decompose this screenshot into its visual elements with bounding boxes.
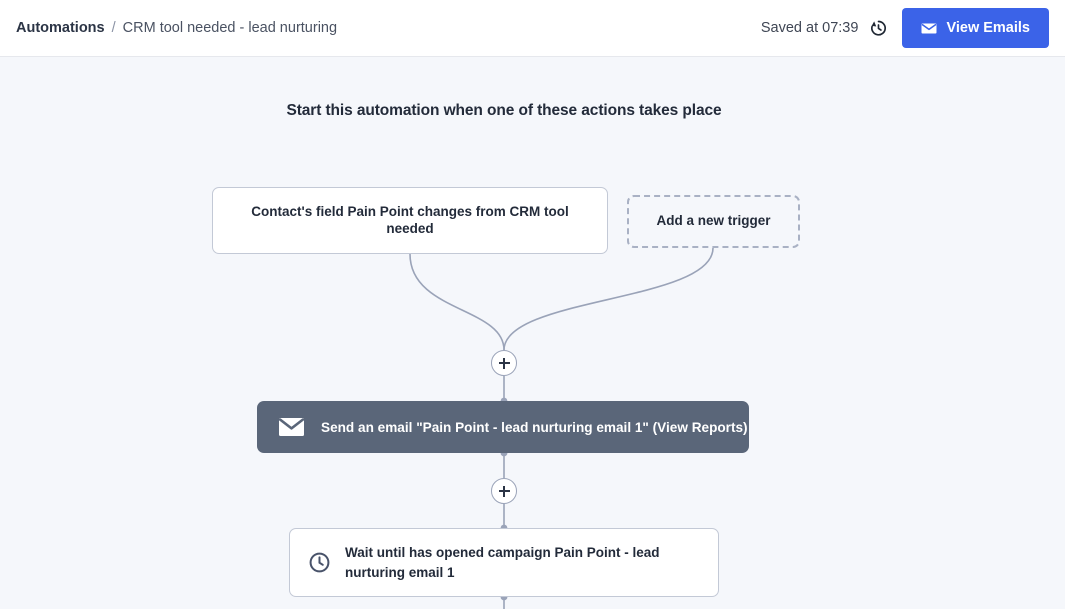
flow-connectors (0, 57, 1065, 609)
envelope-icon (279, 418, 304, 436)
automation-flow-canvas[interactable]: Start this automation when one of these … (0, 57, 1065, 609)
email-action-label: Send an email "Pain Point - lead nurturi… (321, 420, 748, 435)
clock-icon (308, 551, 331, 574)
wait-condition-node[interactable]: Wait until has opened campaign Pain Poin… (289, 528, 719, 597)
breadcrumb: Automations / CRM tool needed - lead nur… (16, 20, 337, 36)
add-new-trigger-label: Add a new trigger (656, 213, 770, 230)
saved-status-group: Saved at 07:39 (761, 18, 889, 38)
breadcrumb-separator: / (112, 20, 116, 36)
add-step-button-1[interactable] (491, 350, 517, 376)
breadcrumb-root-link[interactable]: Automations (16, 20, 105, 36)
breadcrumb-current-page: CRM tool needed - lead nurturing (123, 20, 337, 36)
view-emails-button[interactable]: View Emails (902, 8, 1049, 48)
add-new-trigger-button[interactable]: Add a new trigger (627, 195, 800, 248)
page-title: Start this automation when one of these … (0, 102, 1008, 120)
email-action-node[interactable]: Send an email "Pain Point - lead nurturi… (257, 401, 749, 453)
view-emails-label: View Emails (946, 20, 1030, 36)
trigger-card-existing[interactable]: Contact's field Pain Point changes from … (212, 187, 608, 254)
wait-condition-label: Wait until has opened campaign Pain Poin… (345, 543, 700, 582)
header-actions: Saved at 07:39 View Emails (761, 8, 1049, 48)
top-header-bar: Automations / CRM tool needed - lead nur… (0, 0, 1065, 57)
envelope-icon (921, 23, 937, 34)
saved-status-text: Saved at 07:39 (761, 20, 859, 36)
history-clock-revert-icon[interactable] (868, 18, 888, 38)
trigger-card-existing-label: Contact's field Pain Point changes from … (233, 204, 587, 238)
add-step-button-2[interactable] (491, 478, 517, 504)
connector-trigger-left (410, 254, 504, 350)
connector-trigger-right (504, 248, 713, 350)
